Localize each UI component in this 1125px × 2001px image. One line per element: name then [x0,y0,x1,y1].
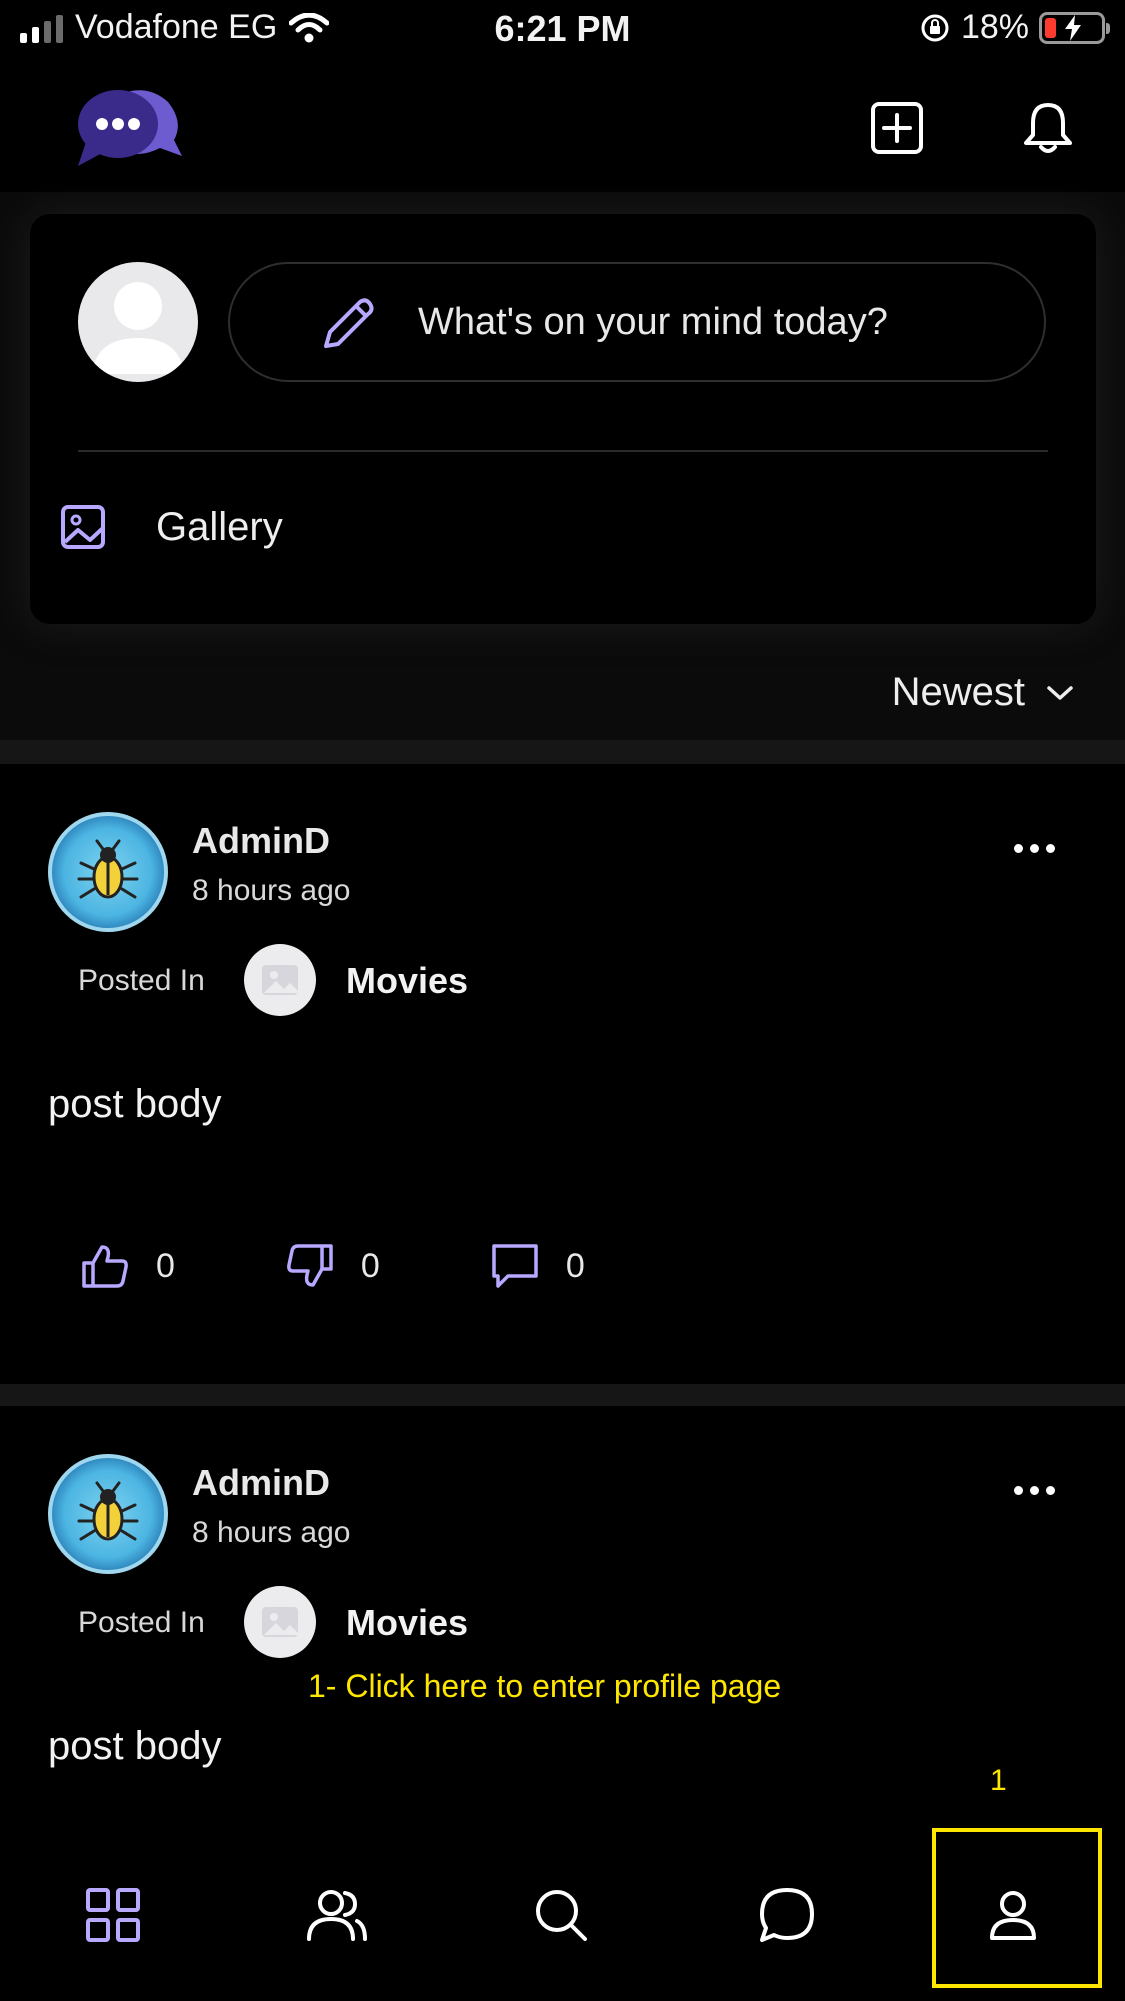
bell-icon [1024,103,1072,153]
like-button[interactable]: 0 [80,1243,175,1289]
post-time: 8 hours ago [192,1516,351,1549]
gallery-button[interactable]: Gallery [60,504,283,550]
comment-button[interactable]: 0 [490,1242,585,1290]
category-icon[interactable] [244,944,316,1016]
author-avatar[interactable] [48,1454,168,1574]
composer-card: What's on your mind today? Gallery [30,214,1096,624]
grid-icon [86,1888,140,1942]
posted-in-label: Posted In [78,964,205,997]
app-header [0,64,1125,192]
post-body: post body [48,1724,222,1768]
post-input[interactable]: What's on your mind today? [228,262,1046,382]
annotation-number: 1 [990,1764,1007,1797]
post-input-placeholder: What's on your mind today? [418,300,888,343]
thumbs-down-icon [287,1244,333,1287]
post-card: AdminD 8 hours ago Posted In Movies post… [0,764,1125,1360]
chat-bubbles-logo-icon[interactable] [76,82,186,172]
author-name[interactable]: AdminD [192,1462,330,1504]
divider [78,450,1048,452]
like-count: 0 [156,1246,175,1285]
post-separator [0,1384,1125,1408]
user-avatar[interactable] [78,262,198,382]
category-icon[interactable] [244,1586,316,1658]
post-card: AdminD 8 hours ago Posted In Movies post… [0,1406,1125,1830]
author-avatar[interactable] [48,812,168,932]
sort-selected: Newest [891,670,1025,714]
more-options-button[interactable] [1014,1486,1055,1495]
add-square-icon [871,102,923,154]
thumbs-up-icon [82,1245,128,1288]
image-placeholder-icon [262,1607,298,1637]
default-avatar-icon [92,282,184,374]
post-body: post body [48,1082,222,1126]
rotation-lock-icon [921,14,949,41]
comment-count: 0 [565,1246,585,1285]
post-separator [0,740,1125,764]
sort-dropdown[interactable]: Newest [892,670,1075,715]
bug-icon [77,839,139,899]
author-name[interactable]: AdminD [192,820,330,862]
post-actions: 0 0 0 [80,1242,695,1290]
chat-icon [760,1888,814,1942]
nav-messages[interactable] [752,1880,822,1950]
gallery-label: Gallery [156,504,283,549]
more-options-button[interactable] [1014,844,1055,853]
pencil-icon [324,298,374,348]
battery-icon [1039,11,1110,44]
nav-communities[interactable] [302,1880,372,1950]
post-time: 8 hours ago [192,874,351,907]
image-placeholder-icon [262,965,298,995]
category-name[interactable]: Movies [346,1602,468,1644]
nav-home[interactable] [78,1880,148,1950]
annotation-text: 1- Click here to enter profile page [308,1668,782,1704]
add-post-button[interactable] [865,96,929,160]
battery-percent: 18% [960,8,1029,46]
composer-section: What's on your mind today? Gallery Newes… [0,192,1125,740]
image-icon [61,505,105,549]
posted-in-label: Posted In [78,1606,205,1639]
dislike-count: 0 [360,1246,380,1285]
status-bar: Vodafone EG 6:21 PM 18% [0,0,1125,64]
users-icon [307,1890,367,1941]
chevron-down-icon [1047,685,1073,700]
dislike-button[interactable]: 0 [285,1243,380,1289]
notifications-button[interactable] [1016,96,1080,160]
nav-search[interactable] [526,1880,596,1950]
comment-icon [492,1244,538,1288]
annotation-highlight-box [932,1828,1102,1988]
search-icon [536,1890,587,1941]
category-name[interactable]: Movies [346,960,468,1002]
bug-icon [77,1481,139,1541]
